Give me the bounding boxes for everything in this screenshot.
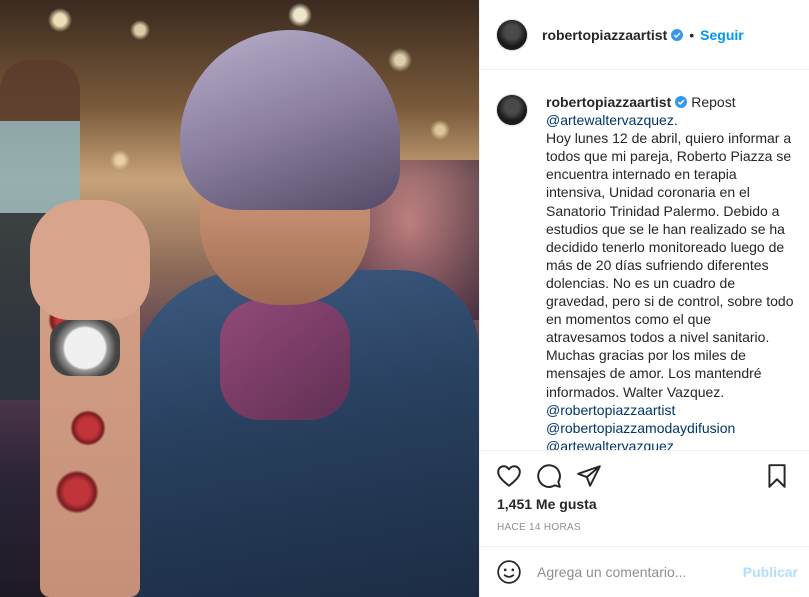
caption-area: robertopiazzaartist Repost @artewaltervaz… <box>480 71 809 450</box>
scarf <box>220 300 350 420</box>
mention-link[interactable]: @artewaltervazquez. <box>546 111 794 129</box>
post-photo[interactable] <box>0 0 479 597</box>
post-timestamp[interactable]: HACE 14 HORAS <box>497 522 581 533</box>
post-username[interactable]: robertopiazzaartist <box>542 27 667 43</box>
caption-text: Hoy lunes 12 de abril, quiero informar a… <box>546 130 794 400</box>
raised-hand <box>30 200 150 320</box>
paper-plane-icon[interactable] <box>576 463 602 489</box>
verified-badge-icon <box>675 96 688 108</box>
verified-badge-icon <box>671 28 684 41</box>
rose-tattoo <box>55 470 99 514</box>
caption-username[interactable]: robertopiazzaartist <box>546 94 671 110</box>
post-header: robertopiazzaartist • Seguir <box>480 0 809 70</box>
comment-input[interactable] <box>537 564 737 580</box>
comment-bar: Publicar <box>480 546 809 597</box>
likes-count[interactable]: 1,451 Me gusta <box>497 496 597 512</box>
separator-dot: • <box>689 26 695 43</box>
post-panel: robertopiazzaartist • Seguir robertopiaz… <box>479 0 809 597</box>
smiley-icon[interactable] <box>496 559 522 585</box>
mention-link[interactable]: @robertopiazzaartist <box>546 401 794 419</box>
follow-button[interactable]: Seguir <box>700 27 744 43</box>
repost-label: Repost <box>691 94 736 110</box>
mention-link[interactable]: @robertopiazzamodaydifusion <box>546 419 794 437</box>
avatar[interactable] <box>496 94 528 126</box>
wristwatch <box>50 320 120 376</box>
mention-link[interactable]: @artewaltervazquez <box>546 437 794 450</box>
publish-button[interactable]: Publicar <box>743 564 798 580</box>
comment-bubble-icon[interactable] <box>536 463 562 489</box>
avatar[interactable] <box>496 18 528 51</box>
caption: robertopiazzaartist Repost @artewaltervaz… <box>546 93 794 450</box>
bookmark-icon[interactable] <box>764 463 790 489</box>
action-bar <box>480 450 809 500</box>
rose-tattoo <box>70 410 106 446</box>
heart-icon[interactable] <box>496 463 522 489</box>
